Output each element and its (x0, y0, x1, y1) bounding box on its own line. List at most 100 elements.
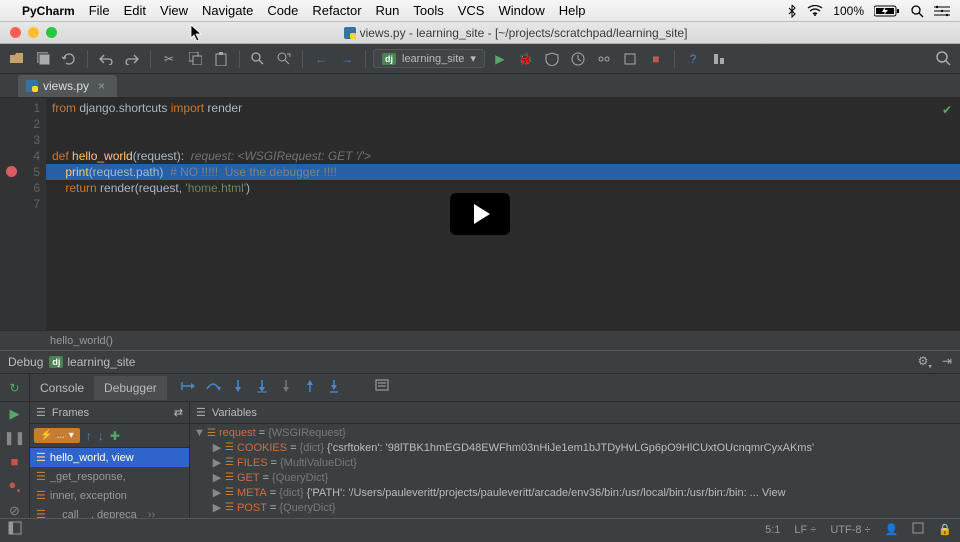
inspection-ok-icon[interactable]: ✔ (942, 102, 952, 118)
profile-icon[interactable] (567, 48, 589, 70)
debug-icon[interactable]: 🐞 (515, 48, 537, 70)
concurrency-icon[interactable] (593, 48, 615, 70)
memory-indicator-icon[interactable] (912, 522, 924, 537)
line-number[interactable]: 3 (0, 132, 40, 148)
step-into-icon[interactable] (231, 379, 245, 396)
editor-tab[interactable]: views.py × (18, 75, 117, 97)
variable-row[interactable]: ▶☰ POST = {QueryDict} (190, 500, 960, 515)
line-number[interactable]: 7 (0, 196, 40, 212)
variable-row[interactable]: ▶☰ META = {dict} {'PATH': '/Users/paulev… (190, 485, 960, 500)
variables-list[interactable]: ▼☰ request = {WSGIRequest} ▶☰ COOKIES = … (190, 424, 960, 532)
line-number[interactable]: 6 (0, 180, 40, 196)
save-all-icon[interactable] (32, 48, 54, 70)
restore-layout-icon[interactable]: ⇄ (174, 406, 183, 419)
menu-tools[interactable]: Tools (413, 3, 443, 18)
show-execution-point-icon[interactable] (181, 379, 195, 396)
frame-item[interactable]: ☰inner, exception (30, 486, 189, 505)
breadcrumb-item[interactable]: hello_world() (50, 335, 113, 347)
menu-help[interactable]: Help (559, 3, 586, 18)
run-configuration-selector[interactable]: dj learning_site ▾ (373, 49, 485, 68)
pause-icon[interactable]: ❚❚ (4, 430, 26, 446)
variable-row[interactable]: ▶☰ COOKIES = {dict} {'csrftoken': '98lTB… (190, 440, 960, 455)
line-number[interactable]: 2 (0, 116, 40, 132)
open-icon[interactable] (6, 48, 28, 70)
search-everywhere-icon[interactable] (932, 48, 954, 70)
spotlight-icon[interactable] (910, 4, 924, 18)
inspection-indicator-icon[interactable]: 👤 (885, 523, 899, 536)
frame-item[interactable]: ☰hello_world, view (30, 448, 189, 467)
next-frame-icon[interactable]: ↓ (98, 429, 104, 443)
battery-icon[interactable] (874, 5, 900, 17)
caret-position[interactable]: 5:1 (765, 524, 780, 536)
add-frame-icon[interactable]: ✚ (110, 429, 120, 443)
variable-row[interactable]: ▶☰ GET = {QueryDict} (190, 470, 960, 485)
expand-arrow-icon[interactable]: ▶ (212, 501, 222, 514)
editor-gutter[interactable]: 1 2 3 4 5 6 7 (0, 98, 46, 330)
wifi-icon[interactable] (807, 5, 823, 16)
back-icon[interactable]: ← (310, 48, 332, 70)
find-icon[interactable] (247, 48, 269, 70)
line-number[interactable]: 1 (0, 100, 40, 116)
menu-edit[interactable]: Edit (124, 3, 146, 18)
minimize-button[interactable] (28, 27, 39, 38)
run-icon[interactable]: ▶ (489, 48, 511, 70)
line-number[interactable]: 5 (0, 164, 40, 180)
file-encoding[interactable]: UTF-8 ÷ (830, 524, 870, 536)
replace-icon[interactable] (273, 48, 295, 70)
rerun-icon[interactable]: ↻ (9, 381, 19, 395)
breadcrumb[interactable]: hello_world() (0, 330, 960, 350)
sync-icon[interactable] (58, 48, 80, 70)
menu-code[interactable]: Code (267, 3, 298, 18)
code-editor[interactable]: 1 2 3 4 5 6 7 ✔ from django.shortcuts im… (0, 98, 960, 330)
line-number[interactable]: 4 (0, 148, 40, 164)
thread-selector[interactable]: ⚡ ... ▾ (34, 428, 80, 443)
scientific-mode-icon[interactable] (708, 48, 730, 70)
expand-arrow-icon[interactable]: ▶ (212, 441, 222, 454)
hide-icon[interactable]: ⇥ (942, 354, 952, 370)
frame-item[interactable]: ☰_get_response, (30, 467, 189, 486)
breakpoint-icon[interactable] (6, 166, 17, 177)
expand-arrow-icon[interactable]: ▼ (194, 427, 204, 439)
prev-frame-icon[interactable]: ↑ (86, 429, 92, 443)
attach-icon[interactable] (619, 48, 641, 70)
menu-file[interactable]: File (89, 3, 110, 18)
view-breakpoints-icon[interactable]: ●● (8, 477, 20, 495)
variable-row[interactable]: ▶☰ FILES = {MultiValueDict} (190, 455, 960, 470)
expand-arrow-icon[interactable]: ▶ (212, 471, 222, 484)
undo-icon[interactable] (95, 48, 117, 70)
menu-run[interactable]: Run (376, 3, 400, 18)
cut-icon[interactable]: ✂ (158, 48, 180, 70)
stop-icon[interactable]: ■ (11, 454, 19, 469)
bluetooth-icon[interactable] (787, 4, 797, 18)
forward-icon[interactable]: → (336, 48, 358, 70)
menu-vcs[interactable]: VCS (458, 3, 485, 18)
close-button[interactable] (10, 27, 21, 38)
app-name[interactable]: PyCharm (22, 4, 75, 18)
line-separator[interactable]: LF ÷ (794, 524, 816, 536)
mute-breakpoints-icon[interactable]: ⊘ (9, 503, 20, 519)
help-icon[interactable]: ? (682, 48, 704, 70)
maximize-button[interactable] (46, 27, 57, 38)
lock-icon[interactable]: 🔒 (938, 523, 952, 536)
step-out-icon[interactable] (303, 379, 317, 396)
redo-icon[interactable] (121, 48, 143, 70)
toolwindow-toggle-icon[interactable] (8, 521, 22, 538)
menu-view[interactable]: View (160, 3, 188, 18)
copy-icon[interactable] (184, 48, 206, 70)
menu-navigate[interactable]: Navigate (202, 3, 253, 18)
resume-icon[interactable]: ▶ (10, 406, 20, 422)
paste-icon[interactable] (210, 48, 232, 70)
expand-arrow-icon[interactable]: ▶ (212, 456, 222, 469)
step-over-icon[interactable] (205, 379, 221, 396)
gear-icon[interactable]: ⚙▾ (918, 354, 932, 370)
stop-icon[interactable]: ■ (645, 48, 667, 70)
force-step-into-icon[interactable] (279, 379, 293, 396)
console-tab[interactable]: Console (30, 376, 94, 400)
coverage-icon[interactable] (541, 48, 563, 70)
menu-window[interactable]: Window (498, 3, 544, 18)
close-tab-icon[interactable]: × (98, 79, 105, 93)
variable-row[interactable]: ▼☰ request = {WSGIRequest} (190, 426, 960, 440)
debugger-tab[interactable]: Debugger (94, 376, 167, 400)
menu-extras-icon[interactable] (934, 5, 950, 17)
expand-arrow-icon[interactable]: ▶ (212, 486, 222, 499)
